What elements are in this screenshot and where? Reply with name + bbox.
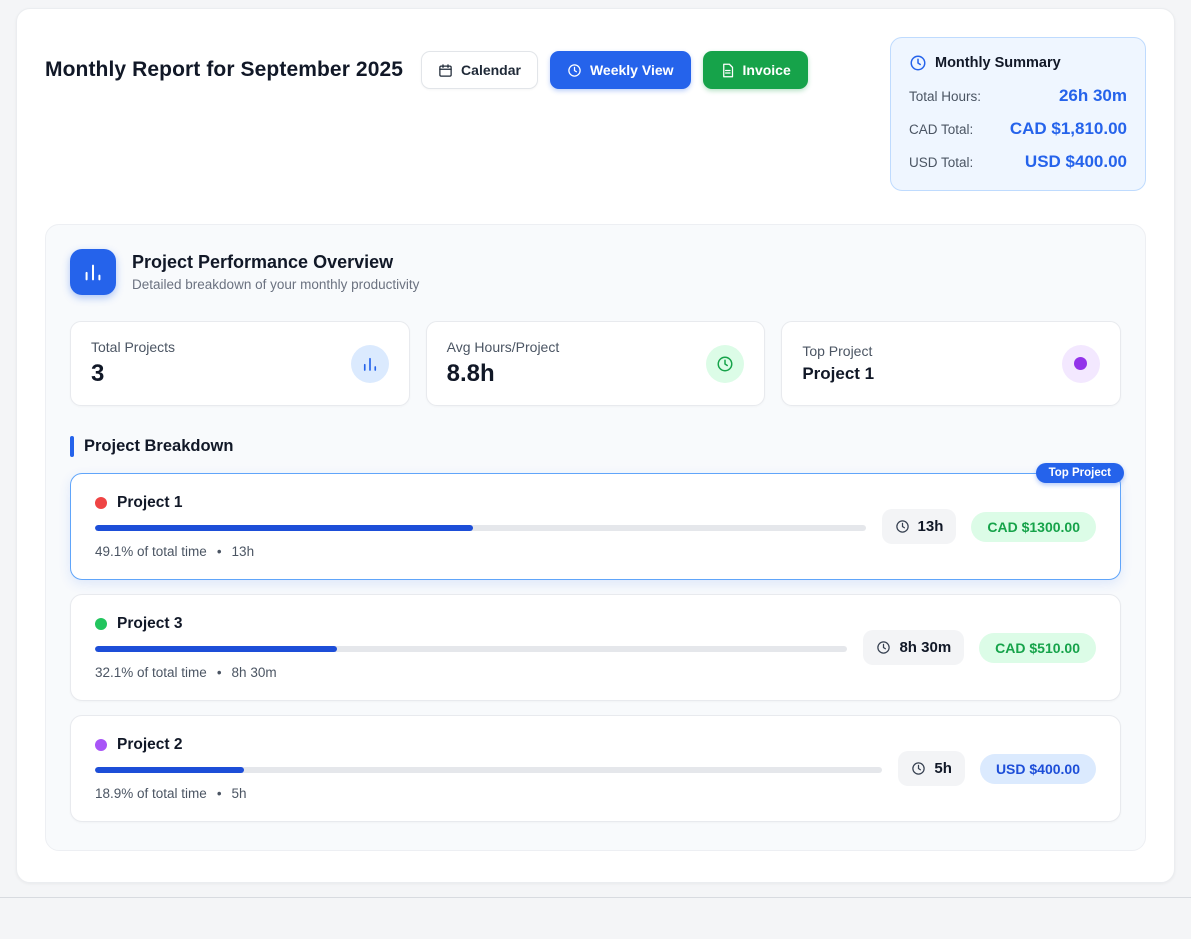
monthly-summary-card: Monthly Summary Total Hours: 26h 30m CAD… (890, 37, 1146, 191)
stat-card-top-project: Top Project Project 1 (781, 321, 1121, 406)
project-name: Project 1 (117, 494, 182, 512)
bar-chart-icon (351, 345, 389, 383)
project-name: Project 2 (117, 736, 182, 754)
page-bottom-divider (0, 897, 1191, 898)
stat-card-total-projects: Total Projects 3 (70, 321, 410, 406)
invoice-button-label: Invoice (743, 62, 791, 78)
summary-title: Monthly Summary (935, 55, 1061, 71)
summary-value: USD $400.00 (1025, 152, 1127, 172)
calendar-button-label: Calendar (461, 62, 521, 78)
percent-of-total: 18.9% of total time (95, 786, 207, 801)
summary-row-cad-total: CAD Total: CAD $1,810.00 (909, 119, 1127, 139)
summary-label: CAD Total: (909, 122, 973, 137)
clock-icon (895, 519, 910, 534)
clock-icon (909, 54, 927, 72)
monthly-report-page: Monthly Report for September 2025 Calend… (16, 8, 1175, 883)
overview-title: Project Performance Overview (132, 252, 419, 273)
summary-row-usd-total: USD Total: USD $400.00 (909, 152, 1127, 172)
calendar-button[interactable]: Calendar (421, 51, 538, 89)
duration-value: 13h (918, 518, 944, 535)
project-breakdown-header: Project Breakdown (70, 436, 1121, 457)
separator-dot: • (217, 665, 222, 680)
project-card[interactable]: Project 3 32.1% of total time • 8h 30m 8… (70, 594, 1121, 701)
project-duration-text: 13h (232, 544, 255, 559)
project-color-icon (1062, 345, 1100, 383)
amount-pill: CAD $1300.00 (971, 512, 1096, 542)
amount-pill: USD $400.00 (980, 754, 1096, 784)
project-color-dot (95, 497, 107, 509)
clock-icon (911, 761, 926, 776)
calendar-icon (438, 63, 453, 78)
stat-value: 3 (91, 360, 175, 388)
summary-row-total-hours: Total Hours: 26h 30m (909, 86, 1127, 106)
progress-track (95, 525, 866, 531)
stat-label: Total Projects (91, 339, 175, 355)
stat-value: 8.8h (447, 360, 560, 388)
summary-value: CAD $1,810.00 (1010, 119, 1127, 139)
duration-pill: 13h (882, 509, 957, 544)
duration-pill: 8h 30m (863, 630, 964, 665)
percent-of-total: 32.1% of total time (95, 665, 207, 680)
amount-pill: CAD $510.00 (979, 633, 1096, 663)
summary-label: Total Hours: (909, 89, 981, 104)
stat-label: Avg Hours/Project (447, 339, 560, 355)
stat-value: Project 1 (802, 364, 874, 384)
clock-icon (876, 640, 891, 655)
summary-label: USD Total: (909, 155, 973, 170)
project-color-dot (95, 618, 107, 630)
progress-track (95, 767, 882, 773)
project-color-dot (95, 739, 107, 751)
breakdown-title: Project Breakdown (84, 437, 233, 456)
accent-bar (70, 436, 74, 457)
purple-dot (1074, 357, 1087, 370)
bar-chart-icon (70, 249, 116, 295)
duration-value: 8h 30m (899, 639, 951, 656)
weekly-view-button[interactable]: Weekly View (550, 51, 691, 89)
duration-pill: 5h (898, 751, 965, 786)
separator-dot: • (217, 786, 222, 801)
project-name: Project 3 (117, 615, 182, 633)
page-title: Monthly Report for September 2025 (45, 58, 403, 82)
stats-row: Total Projects 3 Avg Hours/Project 8.8h (70, 321, 1121, 406)
stat-label: Top Project (802, 343, 874, 359)
performance-overview-section: Project Performance Overview Detailed br… (45, 224, 1146, 851)
document-icon (720, 63, 735, 78)
progress-fill (95, 767, 244, 773)
top-project-badge: Top Project (1036, 463, 1124, 483)
progress-track (95, 646, 847, 652)
project-card[interactable]: Top Project Project 1 49.1% of total tim… (70, 473, 1121, 580)
page-header: Monthly Report for September 2025 Calend… (45, 37, 1146, 191)
duration-value: 5h (934, 760, 952, 777)
percent-of-total: 49.1% of total time (95, 544, 207, 559)
summary-value: 26h 30m (1059, 86, 1127, 106)
project-card[interactable]: Project 2 18.9% of total time • 5h 5h US… (70, 715, 1121, 822)
progress-fill (95, 525, 473, 531)
project-duration-text: 5h (232, 786, 247, 801)
stat-card-avg-hours: Avg Hours/Project 8.8h (426, 321, 766, 406)
invoice-button[interactable]: Invoice (703, 51, 808, 89)
overview-subtitle: Detailed breakdown of your monthly produ… (132, 277, 419, 292)
clock-icon (706, 345, 744, 383)
weekly-view-button-label: Weekly View (590, 62, 674, 78)
progress-fill (95, 646, 337, 652)
clock-icon (567, 63, 582, 78)
project-duration-text: 8h 30m (232, 665, 277, 680)
separator-dot: • (217, 544, 222, 559)
